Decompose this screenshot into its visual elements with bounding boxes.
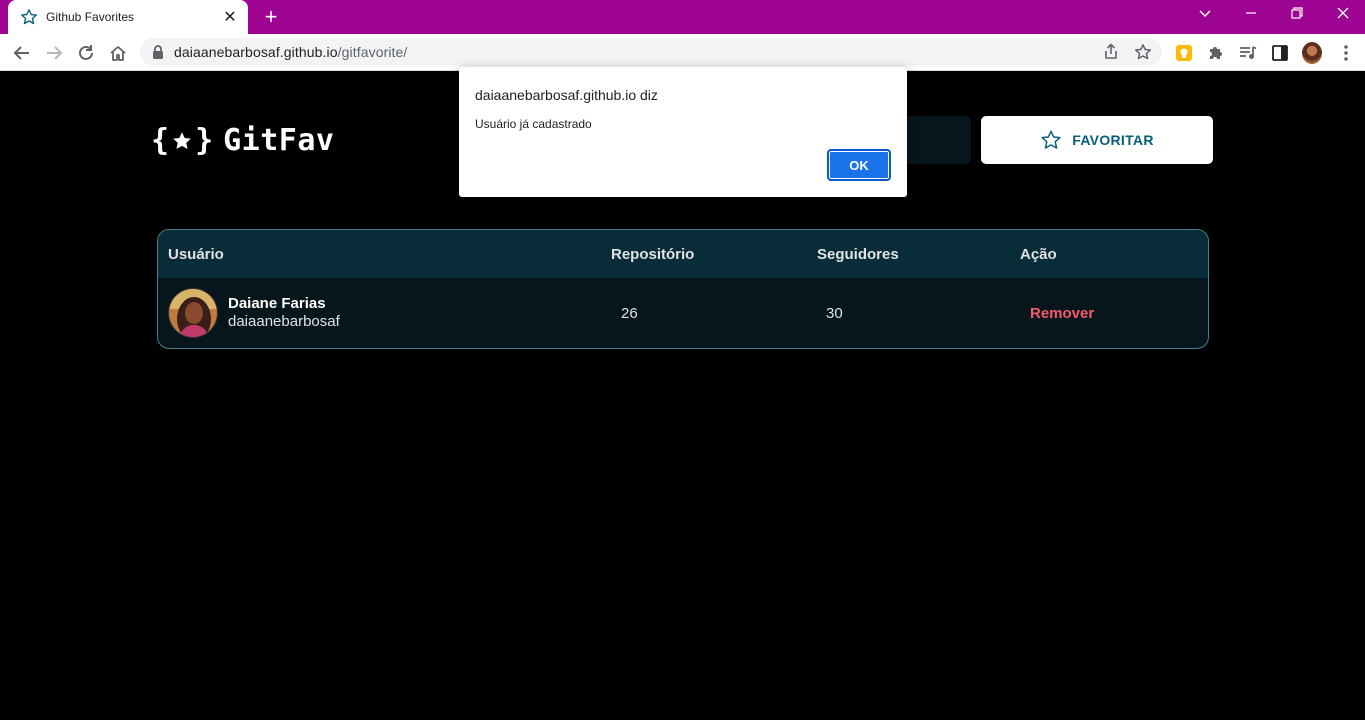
url-text: daiaanebarbosaf.github.io/gitfavorite/ — [174, 44, 408, 60]
close-window-icon[interactable] — [1320, 0, 1365, 30]
logo-text: GitFav — [223, 123, 335, 158]
repositories-count: 26 — [621, 305, 638, 322]
header-action: Ação — [1020, 246, 1057, 263]
table-row: Daiane Farias daiaanebarbosaf 26 30 Remo… — [158, 278, 1208, 348]
reload-icon[interactable] — [72, 39, 100, 67]
ok-button[interactable]: OK — [827, 149, 891, 181]
browser-toolbar: daiaanebarbosaf.github.io/gitfavorite/ — [0, 34, 1365, 71]
header-repositories: Repositório — [611, 246, 695, 263]
extension-keep-icon[interactable] — [1174, 43, 1194, 63]
bookmark-star-icon[interactable] — [1134, 43, 1152, 61]
user-login: daiaanebarbosaf — [228, 313, 340, 330]
remove-button[interactable]: Remover — [1030, 305, 1094, 322]
restore-icon[interactable] — [1274, 0, 1320, 30]
address-bar[interactable]: daiaanebarbosaf.github.io/gitfavorite/ — [140, 38, 1162, 66]
followers-count: 30 — [826, 305, 843, 322]
minimize-icon[interactable] — [1228, 0, 1274, 30]
profile-avatar-icon[interactable] — [1302, 42, 1322, 64]
share-icon[interactable] — [1102, 43, 1120, 61]
user-avatar — [168, 288, 218, 338]
favorites-table: Usuário Repositório Seguidores Ação Daia… — [157, 229, 1209, 349]
dialog-title: daiaanebarbosaf.github.io diz — [475, 87, 658, 103]
gitfav-logo: { } GitFav — [151, 123, 335, 158]
lock-icon[interactable] — [152, 45, 164, 59]
alert-dialog: daiaanebarbosaf.github.io diz Usuário já… — [459, 67, 907, 197]
header-user: Usuário — [168, 246, 224, 263]
browser-tab[interactable]: Github Favorites ✕ — [8, 0, 248, 34]
home-icon[interactable] — [104, 39, 132, 67]
new-tab-button[interactable]: + — [258, 4, 284, 30]
browser-menu-icon[interactable] — [1336, 43, 1356, 63]
dialog-message: Usuário já cadastrado — [475, 117, 592, 131]
logo-brace-close: } — [195, 123, 214, 158]
favorite-button-label: FAVORITAR — [1072, 132, 1154, 148]
user-name: Daiane Farias — [228, 295, 326, 312]
close-tab-icon[interactable]: ✕ — [222, 7, 238, 27]
browser-titlebar: Github Favorites ✕ + — [0, 0, 1365, 34]
favorite-button[interactable]: FAVORITAR — [981, 116, 1213, 164]
logo-star-icon — [173, 131, 191, 149]
back-icon[interactable] — [8, 39, 36, 67]
tab-title: Github Favorites — [46, 10, 135, 24]
header-followers: Seguidores — [817, 246, 899, 263]
tab-search-icon[interactable] — [1182, 0, 1228, 30]
extensions-puzzle-icon[interactable] — [1206, 43, 1226, 63]
table-header: Usuário Repositório Seguidores Ação — [158, 230, 1208, 278]
logo-brace-open: { — [151, 123, 170, 158]
media-control-icon[interactable] — [1238, 43, 1258, 63]
star-icon — [1041, 130, 1061, 149]
star-favicon-icon — [21, 9, 37, 25]
forward-icon[interactable] — [40, 39, 68, 67]
side-panel-icon[interactable] — [1270, 43, 1290, 63]
